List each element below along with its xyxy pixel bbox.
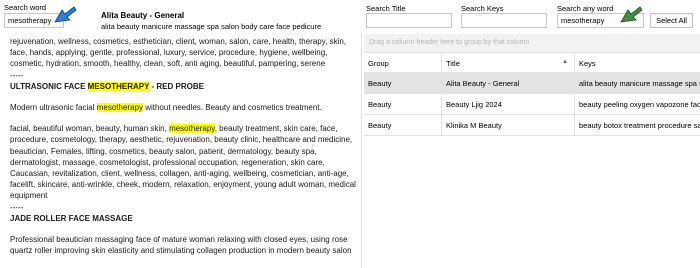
search-title-label: Search Title — [366, 4, 406, 13]
separator: ----- — [10, 202, 24, 212]
search-any-label: Search any word — [557, 4, 614, 13]
table-row[interactable]: Beauty Klinika M Beauty beauty botox tre… — [364, 115, 700, 136]
search-keys-input[interactable] — [461, 13, 547, 28]
current-item-title: Alita Beauty - General — [101, 11, 185, 20]
search-highlight: mesotherapy — [169, 124, 215, 134]
paragraph-3: Professional beautician massaging face o… — [10, 235, 352, 256]
paragraph-2: facial, beautiful woman, beauty, human s… — [10, 124, 356, 201]
cell-keys: beauty botox treatment procedure sa — [579, 121, 700, 130]
grid-header-row: Group Title ▲ Keys — [364, 53, 700, 73]
column-header-group[interactable]: Group — [364, 53, 442, 72]
search-highlight: MESOTHERAPY — [87, 81, 150, 91]
table-row[interactable]: Beauty Beauty Ljig 2024 beauty peeling o… — [364, 94, 700, 115]
select-all-button[interactable]: Select All — [650, 13, 693, 28]
cell-keys: alita beauty manicure massage spa sa — [579, 79, 700, 88]
section-heading-1: ULTRASONIC FACE MESOTHERAPY - RED PROBE — [10, 81, 204, 91]
search-highlight: mesotherapy — [96, 103, 143, 113]
group-by-area[interactable]: Drag a column header here to group by th… — [364, 34, 700, 53]
intro-paragraph: rejuvenation, wellness, cosmetics, esthe… — [10, 37, 347, 69]
column-header-title[interactable]: Title ▲ — [442, 53, 575, 72]
column-header-keys[interactable]: Keys — [575, 53, 700, 72]
table-row[interactable]: Beauty Alita Beauty - General alita beau… — [364, 73, 700, 94]
cell-group: Beauty — [364, 94, 442, 114]
content-text-pane: rejuvenation, wellness, cosmetics, esthe… — [10, 36, 360, 268]
section-heading-2: JADE ROLLER FACE MASSAGE — [10, 213, 133, 223]
results-grid[interactable]: Drag a column header here to group by th… — [364, 34, 700, 268]
search-word-label: Search word — [4, 3, 47, 12]
cell-group: Beauty — [364, 73, 442, 93]
arrow-icon — [620, 6, 643, 23]
pane-divider[interactable] — [361, 31, 362, 268]
search-keys-label: Search Keys — [461, 4, 504, 13]
paragraph-1: Modern ultrasonic facial mesotherapy wit… — [10, 103, 322, 113]
arrow-icon — [54, 6, 77, 23]
cell-group: Beauty — [364, 115, 442, 135]
current-item-keys: alita beauty manicure massage spa salon … — [101, 22, 322, 31]
cell-title: Beauty Ljig 2024 — [442, 94, 575, 114]
separator: ----- — [10, 70, 24, 80]
search-title-input[interactable] — [366, 13, 452, 28]
cell-title: Klinika M Beauty — [442, 115, 575, 135]
sort-ascending-icon: ▲ — [562, 59, 568, 65]
cell-keys: beauty peeling oxygen vapozone face — [579, 100, 700, 109]
cell-title: Alita Beauty - General — [442, 73, 575, 93]
